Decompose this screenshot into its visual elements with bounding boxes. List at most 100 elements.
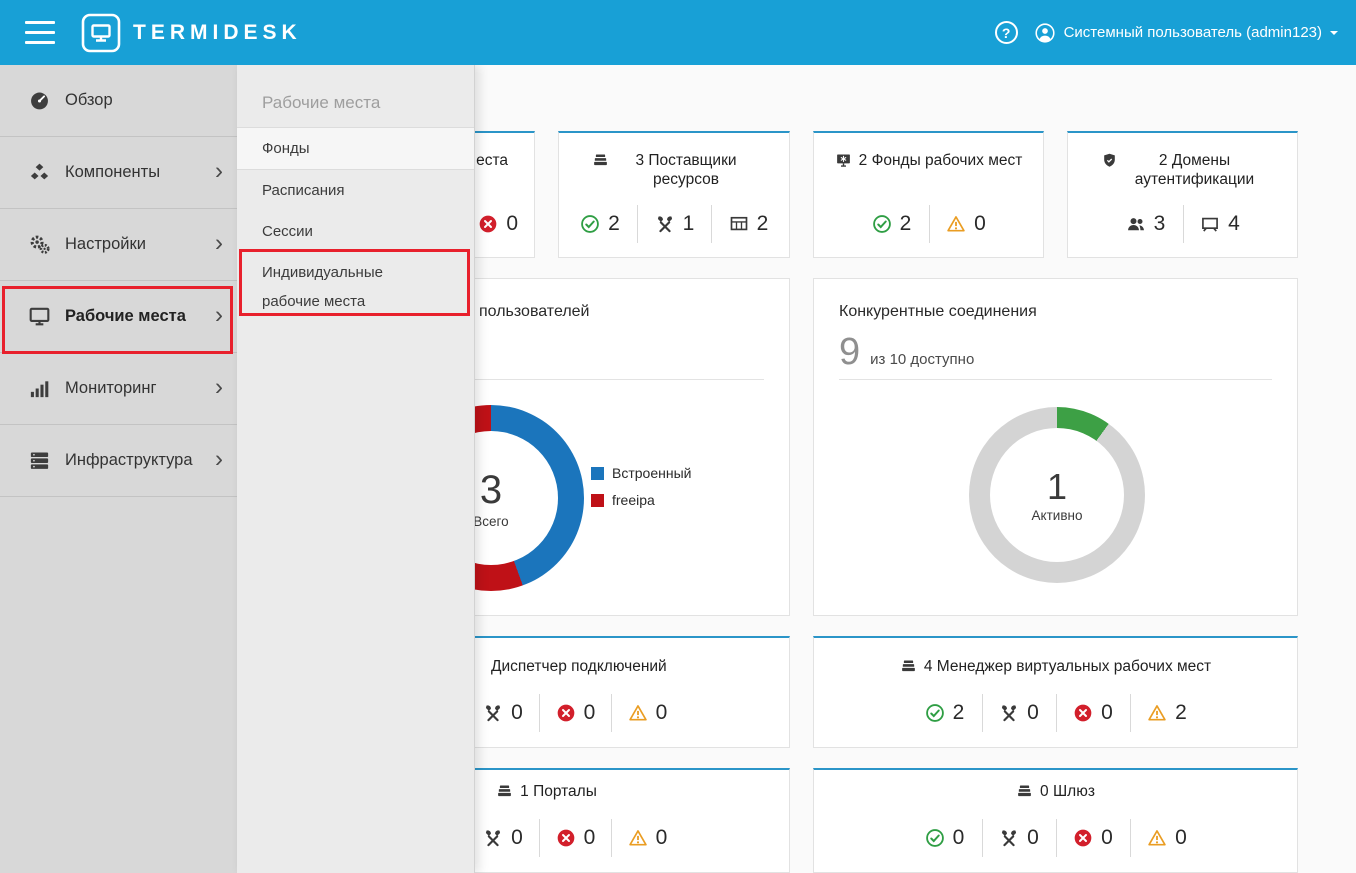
card-title-text: еста bbox=[476, 151, 508, 170]
check-circle-icon bbox=[872, 214, 892, 234]
x-circle-icon bbox=[1073, 828, 1093, 848]
help-icon[interactable]: ? bbox=[995, 21, 1018, 44]
stat-ok: 2 bbox=[563, 205, 637, 243]
tools-icon bbox=[483, 828, 503, 848]
divider bbox=[839, 379, 1272, 380]
sidebar-item-label: Компоненты bbox=[65, 163, 160, 182]
stat-value: 2 bbox=[1175, 701, 1187, 725]
card-workplace-pools: 2 Фонды рабочих мест 2 0 bbox=[813, 131, 1044, 258]
sidebar-item-overview[interactable]: Обзор bbox=[0, 65, 237, 137]
card-title-text: 3 Поставщики ресурсов bbox=[616, 151, 756, 189]
warning-triangle-icon bbox=[1147, 703, 1167, 723]
stat-error: 0 bbox=[478, 205, 518, 243]
card-title-text: 4 Менеджер виртуальных рабочих мест bbox=[924, 657, 1211, 676]
submenu-item-sessions[interactable]: Сессии bbox=[237, 211, 474, 252]
stat-value: 0 bbox=[1027, 826, 1039, 850]
chevron-right-icon: › bbox=[215, 447, 223, 471]
legend-label: Встроенный bbox=[612, 465, 691, 481]
stack-icon bbox=[592, 152, 609, 169]
sidebar-item-label: Обзор bbox=[65, 91, 113, 110]
card-stats: 2 1 2 bbox=[559, 203, 789, 245]
warning-triangle-icon bbox=[1147, 828, 1167, 848]
monitor-star-icon bbox=[835, 152, 852, 169]
x-circle-icon bbox=[1073, 703, 1093, 723]
card-concurrent-connections: Конкурентные соединения 9 из 10 доступно… bbox=[813, 278, 1298, 616]
card-stats: 2 0 0 2 bbox=[814, 691, 1297, 735]
user-menu[interactable]: Системный пользователь (admin123) bbox=[1034, 22, 1338, 44]
bar-chart-icon bbox=[28, 377, 51, 400]
chevron-right-icon: › bbox=[215, 375, 223, 399]
stat-warning: 2 bbox=[1130, 694, 1204, 732]
stat-value: 0 bbox=[1101, 826, 1113, 850]
frame-icon bbox=[1200, 214, 1220, 234]
sidebar-item-settings[interactable]: Настройки › bbox=[0, 209, 237, 281]
stat-value: 0 bbox=[511, 826, 523, 850]
card-gateway: 0 Шлюз 0 0 0 0 bbox=[813, 768, 1298, 873]
topbar-right: ? Системный пользователь (admin123) bbox=[995, 21, 1356, 44]
card-stats: 3 4 bbox=[1068, 203, 1297, 245]
stat-maintenance: 0 bbox=[467, 694, 539, 732]
submenu-item-label: Сессии bbox=[262, 217, 313, 246]
sidebar-item-workplaces[interactable]: Рабочие места › bbox=[0, 281, 237, 353]
brand-logo[interactable]: TERMIDESK bbox=[81, 13, 302, 53]
availability-row: 9 из 10 доступно bbox=[839, 331, 974, 374]
stat-total: 2 bbox=[711, 205, 785, 243]
stat-maintenance: 0 bbox=[982, 694, 1056, 732]
stat-value: 0 bbox=[1175, 826, 1187, 850]
card-resource-providers: 3 Поставщики ресурсов 2 1 2 bbox=[558, 131, 790, 258]
topbar: TERMIDESK ? Системный пользователь (admi… bbox=[0, 0, 1356, 65]
stat-value: 0 bbox=[506, 212, 518, 236]
card-stats: 2 0 bbox=[814, 203, 1043, 245]
user-label: Системный пользователь (admin123) bbox=[1064, 24, 1322, 41]
card-title-text: 2 Домены аутентификации bbox=[1125, 151, 1265, 189]
stat-ok: 0 bbox=[908, 819, 982, 857]
warning-triangle-icon bbox=[946, 214, 966, 234]
stat-value: 2 bbox=[608, 212, 620, 236]
tools-icon bbox=[483, 703, 503, 723]
server-stack-icon bbox=[28, 449, 51, 472]
card-title: 0 Шлюз bbox=[826, 782, 1285, 801]
stat-maintenance: 0 bbox=[982, 819, 1056, 857]
submenu-item-individual-workplaces[interactable]: Индивидуальные рабочие места bbox=[237, 252, 474, 322]
sidebar-item-label: Настройки bbox=[65, 235, 146, 254]
legend-label: freeipa bbox=[612, 492, 655, 508]
sidebar-item-components[interactable]: Компоненты › bbox=[0, 137, 237, 209]
stat-warning: 0 bbox=[611, 819, 683, 857]
stat-value: 2 bbox=[757, 212, 769, 236]
submenu-item-schedules[interactable]: Расписания bbox=[237, 170, 474, 211]
available-caption: из 10 доступно bbox=[870, 351, 974, 368]
card-title-text: Диспетчер подключений bbox=[491, 657, 667, 676]
chevron-right-icon: › bbox=[215, 231, 223, 255]
donut-center: 1 Активно bbox=[990, 428, 1124, 562]
x-circle-icon bbox=[556, 828, 576, 848]
card-vdi-manager: 4 Менеджер виртуальных рабочих мест 2 0 … bbox=[813, 636, 1298, 748]
stat-value: 0 bbox=[584, 826, 596, 850]
submenu-item-label: Индивидуальные рабочие места bbox=[262, 258, 412, 316]
sidebar-item-label: Инфраструктура bbox=[65, 451, 193, 470]
submenu-item-label: Расписания bbox=[262, 176, 344, 205]
stat-value: 0 bbox=[1101, 701, 1113, 725]
card-title: 4 Менеджер виртуальных рабочих мест bbox=[826, 657, 1285, 676]
card-title: 2 Фонды рабочих мест bbox=[826, 151, 1031, 170]
sidebar-item-infrastructure[interactable]: Инфраструктура › bbox=[0, 425, 237, 497]
user-icon bbox=[1034, 22, 1056, 44]
card-title: 2 Домены аутентификации bbox=[1080, 151, 1285, 189]
shield-icon bbox=[1101, 152, 1118, 169]
stat-warning: 0 bbox=[611, 694, 683, 732]
stat-warning: 0 bbox=[1130, 819, 1204, 857]
card-title-text: 2 Фонды рабочих мест bbox=[859, 151, 1023, 170]
submenu-item-funds[interactable]: Фонды bbox=[237, 127, 474, 170]
stat-error: 0 bbox=[1056, 694, 1130, 732]
stat-value: 2 bbox=[953, 701, 965, 725]
hamburger-menu-icon[interactable] bbox=[25, 21, 57, 45]
card-title: 3 Поставщики ресурсов bbox=[571, 151, 777, 189]
stat-value: 2 bbox=[900, 212, 912, 236]
chevron-down-icon bbox=[1330, 31, 1338, 39]
donut-center-value: 1 bbox=[1047, 467, 1067, 507]
chevron-right-icon: › bbox=[215, 159, 223, 183]
sidebar-item-label: Мониторинг bbox=[65, 379, 157, 398]
stat-value: 0 bbox=[656, 701, 668, 725]
warning-triangle-icon bbox=[628, 828, 648, 848]
legend-item: Встроенный bbox=[591, 465, 691, 481]
sidebar-item-monitoring[interactable]: Мониторинг › bbox=[0, 353, 237, 425]
